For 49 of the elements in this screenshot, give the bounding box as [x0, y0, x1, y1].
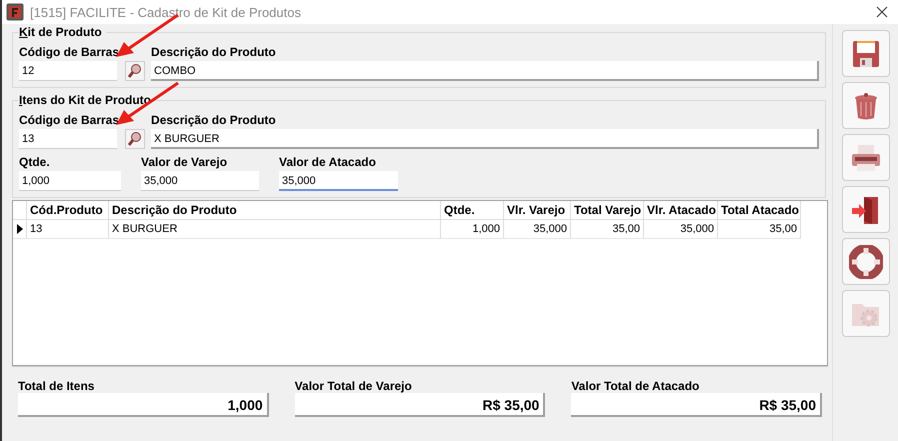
- column-header[interactable]: Descrição do Produto: [109, 201, 441, 219]
- value-field[interactable]: 35,000: [279, 171, 398, 191]
- column-header[interactable]: Qtde.: [441, 201, 504, 219]
- field-label: Código de Barras: [19, 45, 120, 59]
- lifebuoy-icon: [848, 244, 882, 278]
- column-header[interactable]: Total Varejo: [571, 201, 644, 219]
- column-header[interactable]: Vlr. Varejo: [504, 201, 571, 219]
- table-cell: 35,00: [571, 220, 644, 238]
- table-cell: 35,000: [644, 220, 718, 238]
- barcode-field[interactable]: 12: [19, 61, 117, 81]
- magnifier-icon: [127, 63, 144, 79]
- description-field: X BURGUER: [151, 129, 819, 149]
- group-title: Itens do Kit de Produto: [19, 93, 156, 107]
- group-title: Kit de Produto: [19, 25, 106, 39]
- field-label: Descrição do Produto: [151, 113, 277, 127]
- total-label: Total de Itens: [18, 379, 96, 393]
- print-button[interactable]: [842, 134, 890, 181]
- search-button[interactable]: [125, 129, 146, 149]
- help-button[interactable]: [842, 238, 890, 285]
- total-field: R$ 35,00: [294, 393, 546, 417]
- total-field: R$ 35,00: [571, 393, 822, 417]
- total-label: Valor Total de Varejo: [294, 379, 413, 393]
- table-cell: X BURGUER: [109, 220, 441, 238]
- column-header[interactable]: Total Atacado: [718, 201, 801, 219]
- value-field[interactable]: 35,000: [141, 171, 259, 191]
- exit-button[interactable]: [842, 186, 890, 233]
- delete-button[interactable]: [842, 82, 890, 129]
- search-button[interactable]: [125, 61, 146, 81]
- app-logo-icon: [6, 3, 24, 21]
- field-label: Valor de Varejo: [141, 155, 228, 169]
- barcode-field[interactable]: 13: [19, 129, 117, 149]
- value-field[interactable]: 1,000: [19, 171, 121, 191]
- table-cell: 35,000: [504, 220, 571, 238]
- column-header[interactable]: Vlr. Atacado: [644, 201, 718, 219]
- field-label: Qtde.: [19, 155, 51, 169]
- window-title: [1515] FACILITE - Cadastro de Kit de Produtos: [30, 4, 302, 20]
- column-header[interactable]: Cód.Produto: [27, 201, 109, 219]
- magnifier-icon: [127, 131, 144, 147]
- field-label: Descrição do Produto: [151, 45, 277, 59]
- field-label: Código de Barras: [19, 113, 120, 127]
- save-button[interactable]: [842, 30, 890, 77]
- total-label: Valor Total de Atacado: [571, 379, 700, 393]
- field-label: Valor de Atacado: [279, 155, 377, 169]
- table-cell: 13: [27, 220, 109, 238]
- total-field: 1,000: [18, 393, 269, 417]
- description-field: COMBO: [151, 61, 819, 81]
- table-cell: 35,00: [718, 220, 801, 238]
- table-cell: 1,000: [441, 220, 504, 238]
- close-icon[interactable]: [876, 6, 888, 18]
